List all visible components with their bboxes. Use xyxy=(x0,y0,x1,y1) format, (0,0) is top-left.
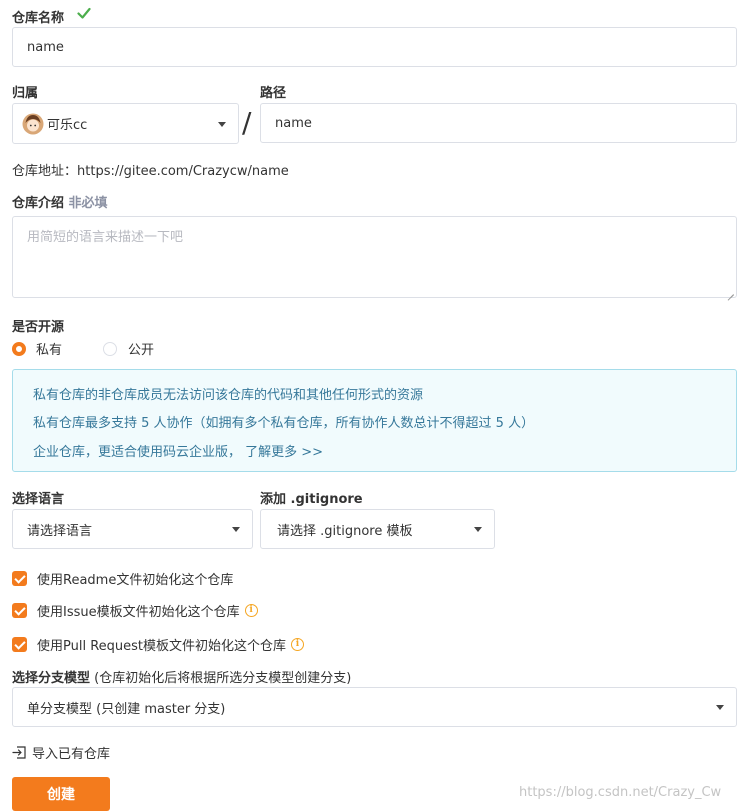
info-icon[interactable]: i xyxy=(291,638,305,651)
language-label: 选择语言 xyxy=(12,492,65,507)
branch-model-select[interactable]: 单分支模型 (只创建 master 分支) xyxy=(12,687,737,727)
info-icon[interactable]: i xyxy=(244,604,258,617)
private-notice: 私有仓库的非仓库成员无法访问该仓库的代码和其他任何形式的资源 私有仓库最多支持 … xyxy=(12,369,737,472)
description-placeholder: 用简短的语言来描述一下吧 xyxy=(27,230,184,245)
radio-private[interactable]: 私有 xyxy=(12,339,62,358)
notice-line-3-link[interactable]: 企业仓库，更适合使用码云企业版， 了解更多 >> xyxy=(33,441,323,460)
init-pr-label: 使用Pull Request模板文件初始化这个仓库 xyxy=(37,639,287,654)
description-label: 仓库介绍 非必填 xyxy=(12,192,108,211)
init-issue-option[interactable]: 使用Issue模板文件初始化这个仓库 i xyxy=(12,601,258,620)
caret-down-icon xyxy=(218,121,226,127)
init-pr-option[interactable]: 使用Pull Request模板文件初始化这个仓库 i xyxy=(12,635,305,654)
import-repo-link[interactable]: 导入已有仓库 xyxy=(12,743,110,762)
create-button[interactable]: 创建 xyxy=(12,777,110,811)
owner-select[interactable]: 可乐cc xyxy=(12,103,239,144)
init-readme-option[interactable]: 使用Readme文件初始化这个仓库 xyxy=(12,569,233,588)
repo-name-value: name xyxy=(27,39,64,55)
init-readme-label: 使用Readme文件初始化这个仓库 xyxy=(37,573,234,588)
resize-handle[interactable] xyxy=(726,287,734,295)
path-label: 路径 xyxy=(260,86,287,101)
branch-model-label: 选择分支模型 (仓库初始化后将根据所选分支模型创建分支) xyxy=(12,667,351,686)
radio-public[interactable]: 公开 xyxy=(103,339,154,358)
repo-url-prefix: 仓库地址： xyxy=(12,164,78,179)
gitignore-selected: 请选择 .gitignore 模板 xyxy=(277,523,413,539)
radio-public-label: 公开 xyxy=(128,343,155,358)
caret-down-icon xyxy=(716,705,724,710)
language-selected: 请选择语言 xyxy=(27,523,93,539)
radio-private-button[interactable] xyxy=(12,341,26,356)
avatar xyxy=(22,113,44,134)
language-select[interactable]: 请选择语言 xyxy=(12,509,253,549)
notice-line-1: 私有仓库的非仓库成员无法访问该仓库的代码和其他任何形式的资源 xyxy=(33,388,424,403)
description-label-text: 仓库介绍 xyxy=(12,196,65,211)
repo-url-value: https://gitee.com/Crazycw/name xyxy=(77,164,289,179)
repo-name-input[interactable]: name xyxy=(12,27,737,67)
caret-down-icon xyxy=(232,527,240,532)
open-source-label: 是否开源 xyxy=(12,320,65,335)
path-input[interactable]: name xyxy=(260,103,737,143)
import-repo-label: 导入已有仓库 xyxy=(32,747,111,762)
branch-model-label-text: 选择分支模型 xyxy=(12,671,91,686)
description-optional: 非必填 xyxy=(68,196,108,211)
path-value: name xyxy=(275,115,312,131)
radio-public-button[interactable] xyxy=(103,341,117,356)
owner-label: 归属 xyxy=(12,86,39,101)
gitignore-label: 添加 .gitignore xyxy=(260,492,363,507)
init-issue-label: 使用Issue模板文件初始化这个仓库 xyxy=(37,605,240,620)
repo-url: 仓库地址：https://gitee.com/Crazycw/name xyxy=(12,160,289,179)
check-icon xyxy=(77,7,91,19)
path-separator: / xyxy=(242,106,252,139)
notice-line-2: 私有仓库最多支持 5 人协作（如拥有多个私有仓库，所有协作人数总计不得超过 5 … xyxy=(33,416,535,431)
init-pr-checkbox[interactable] xyxy=(12,637,27,652)
branch-model-hint: (仓库初始化后将根据所选分支模型创建分支) xyxy=(94,671,352,686)
init-issue-checkbox[interactable] xyxy=(12,603,27,618)
import-icon xyxy=(12,746,26,759)
caret-down-icon xyxy=(474,527,482,532)
owner-selected: 可乐cc xyxy=(47,118,88,133)
init-readme-checkbox[interactable] xyxy=(12,571,27,586)
branch-model-selected: 单分支模型 (只创建 master 分支) xyxy=(27,701,226,717)
watermark: https://blog.csdn.net/Crazy_Cw xyxy=(519,785,722,800)
description-textarea[interactable]: 用简短的语言来描述一下吧 xyxy=(12,216,737,298)
gitignore-select[interactable]: 请选择 .gitignore 模板 xyxy=(260,509,495,549)
radio-private-label: 私有 xyxy=(36,343,63,358)
repo-name-label: 仓库名称 xyxy=(12,11,65,26)
